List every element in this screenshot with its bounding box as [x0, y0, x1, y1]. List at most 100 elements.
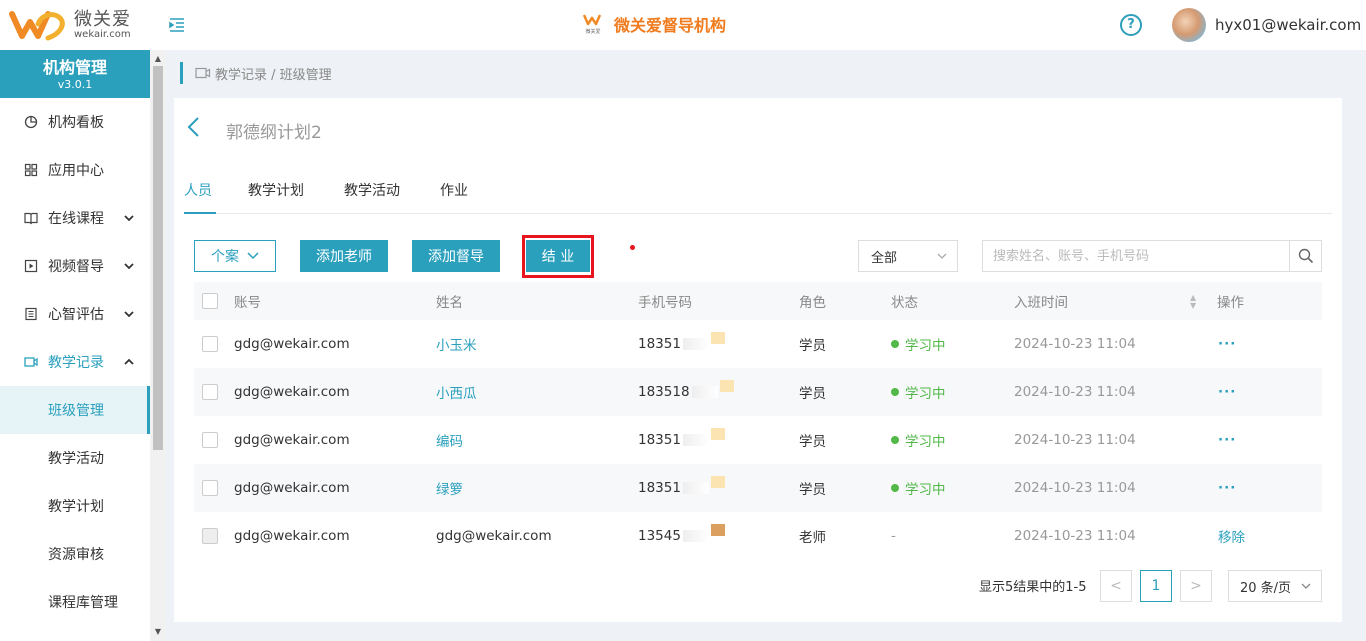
redaction-mark — [691, 386, 718, 398]
cell-role: 学员 — [799, 338, 826, 354]
cell-name-link[interactable]: 小西瓜 — [436, 368, 477, 416]
members-table: 账号 姓名 手机号码 角色 状态 入班时间 ▲ ▼ 操作 gdg@wekair.c… — [194, 282, 1322, 560]
sidebar: 机构管理 v3.0.1 机构看板 应用中心 在线课程 视频督导 心智评估 教学记… — [0, 50, 150, 641]
cell-account: gdg@wekair.com — [234, 432, 350, 448]
breadcrumb: 教学记录 / 班级管理 — [180, 62, 332, 84]
sidebar-item-teaching-records[interactable]: 教学记录 — [0, 338, 150, 386]
sidebar-subitem-teaching-plan[interactable]: 教学计划 — [0, 482, 150, 530]
chevron-down-icon — [124, 213, 134, 224]
cell-name-link[interactable]: 编码 — [436, 416, 463, 464]
cell-joined: 2024-10-23 11:04 — [1014, 432, 1136, 448]
avatar[interactable] — [1172, 8, 1206, 42]
sidebar-version: v3.0.1 — [57, 78, 93, 91]
chevron-down-icon — [937, 251, 947, 262]
next-page-button[interactable]: > — [1180, 570, 1212, 602]
column-header-action: 操作 — [1217, 295, 1244, 311]
tab-teaching-activity[interactable]: 教学活动 — [344, 180, 400, 214]
row-checkbox[interactable] — [202, 432, 218, 448]
phone-text: 18351 — [638, 480, 681, 496]
add-teacher-button[interactable]: 添加老师 — [300, 240, 388, 272]
brand-mark-text: 微关爱 — [585, 28, 600, 35]
cell-joined: 2024-10-23 11:04 — [1014, 384, 1136, 400]
sidebar-header: 机构管理 v3.0.1 — [0, 50, 150, 98]
chevron-up-icon — [124, 357, 134, 368]
cell-phone: 183518 — [638, 368, 734, 416]
cell-phone: 13545 — [638, 512, 725, 560]
cell-account: gdg@wekair.com — [234, 480, 350, 496]
main-card: 郭德纲计划2 人员 教学计划 教学活动 作业 个案 添加老师 添加督导 结 业 … — [174, 98, 1342, 622]
sidebar-title: 机构管理 — [42, 58, 107, 77]
sidebar-subitem-resource-review[interactable]: 资源审核 — [0, 530, 150, 578]
redaction-mark — [682, 338, 709, 350]
tab-members[interactable]: 人员 — [184, 180, 216, 214]
status-filter-select[interactable]: 全部 — [858, 240, 958, 272]
status-text: 学习中 — [905, 386, 946, 402]
row-checkbox[interactable] — [202, 384, 218, 400]
tab-teaching-plan[interactable]: 教学计划 — [248, 180, 304, 214]
sidebar-subitem-course-library[interactable]: 课程库管理 — [0, 578, 150, 626]
column-header-status: 状态 — [891, 295, 918, 311]
status-dot-icon — [891, 340, 899, 348]
breadcrumb-text[interactable]: 教学记录 / 班级管理 — [215, 64, 332, 83]
pagination-info: 显示5结果中的1-5 — [979, 580, 1087, 595]
phone-text: 18351 — [638, 432, 681, 448]
cell-account: gdg@wekair.com — [234, 336, 350, 352]
sidebar-item-label: 心智评估 — [48, 307, 104, 323]
phone-text: 13545 — [638, 528, 681, 544]
help-icon[interactable]: ? — [1120, 14, 1142, 36]
status-text: 学习中 — [905, 434, 946, 450]
page-size-select[interactable]: 20 条/页 — [1228, 570, 1322, 602]
redaction-swatch — [710, 524, 725, 536]
page-size-value: 20 条/页 — [1240, 580, 1292, 596]
scroll-thumb[interactable] — [153, 66, 163, 450]
more-actions-icon[interactable]: ··· — [1218, 320, 1236, 368]
cell-phone: 18351 — [638, 320, 725, 368]
scroll-up-icon[interactable]: ▲ — [150, 52, 166, 66]
table-row: gdg@wekair.com gdg@wekair.com 13545 老师 -… — [194, 512, 1322, 560]
add-supervisor-button[interactable]: 添加督导 — [412, 240, 500, 272]
user-email[interactable]: hyx01@wekair.com — [1215, 16, 1361, 34]
more-actions-icon[interactable]: ··· — [1218, 416, 1236, 464]
back-icon[interactable] — [186, 116, 200, 144]
search-box — [982, 240, 1322, 272]
more-actions-icon[interactable]: ··· — [1218, 464, 1236, 512]
sidebar-item-video-supervision[interactable]: 视频督导 — [0, 242, 150, 290]
sidebar-item-dashboard[interactable]: 机构看板 — [0, 98, 150, 146]
sidebar-item-app-center[interactable]: 应用中心 — [0, 146, 150, 194]
row-checkbox[interactable] — [202, 480, 218, 496]
cell-name: gdg@wekair.com — [436, 528, 552, 544]
cell-status: 学习中 — [891, 416, 946, 464]
search-icon[interactable] — [1289, 241, 1321, 271]
sidebar-scrollbar[interactable]: ▲ ▼ — [150, 50, 166, 641]
logo-mark-icon — [9, 11, 65, 41]
remove-link[interactable]: 移除 — [1218, 512, 1245, 560]
sidebar-subitem-class-management[interactable]: 班级管理 — [0, 386, 150, 434]
prev-page-button[interactable]: < — [1100, 570, 1132, 602]
tab-homework[interactable]: 作业 — [440, 180, 468, 214]
status-dot-icon — [891, 436, 899, 444]
cell-phone: 18351 — [638, 464, 725, 512]
cell-name-link[interactable]: 小玉米 — [436, 320, 477, 368]
more-actions-icon[interactable]: ··· — [1218, 368, 1236, 416]
cell-role: 学员 — [799, 386, 826, 402]
cell-role: 学员 — [799, 482, 826, 498]
page-1-button[interactable]: 1 — [1140, 570, 1172, 602]
phone-text: 183518 — [638, 384, 690, 400]
sort-icon[interactable]: ▲ ▼ — [1190, 294, 1196, 310]
case-dropdown-button[interactable]: 个案 — [194, 240, 276, 272]
highlight-box — [522, 235, 594, 278]
top-bar: 微关爱 wekair.com 微关爱 微关爱督导机构 ? hyx01@wekai… — [0, 0, 1366, 50]
select-all-checkbox[interactable] — [202, 293, 218, 309]
row-checkbox[interactable] — [202, 336, 218, 352]
search-input[interactable] — [983, 241, 1289, 271]
collapse-menu-icon[interactable] — [168, 16, 186, 34]
sidebar-subitem-teaching-activity[interactable]: 教学活动 — [0, 434, 150, 482]
logo-text-en: wekair.com — [74, 29, 131, 41]
sidebar-item-mind-assessment[interactable]: 心智评估 — [0, 290, 150, 338]
table-header: 账号 姓名 手机号码 角色 状态 入班时间 ▲ ▼ 操作 — [194, 282, 1322, 320]
phone-text: 18351 — [638, 336, 681, 352]
cell-name-link[interactable]: 绿箩 — [436, 464, 463, 512]
logo[interactable]: 微关爱 wekair.com — [8, 6, 131, 44]
sidebar-item-online-course[interactable]: 在线课程 — [0, 194, 150, 242]
scroll-down-icon[interactable]: ▼ — [150, 625, 166, 639]
